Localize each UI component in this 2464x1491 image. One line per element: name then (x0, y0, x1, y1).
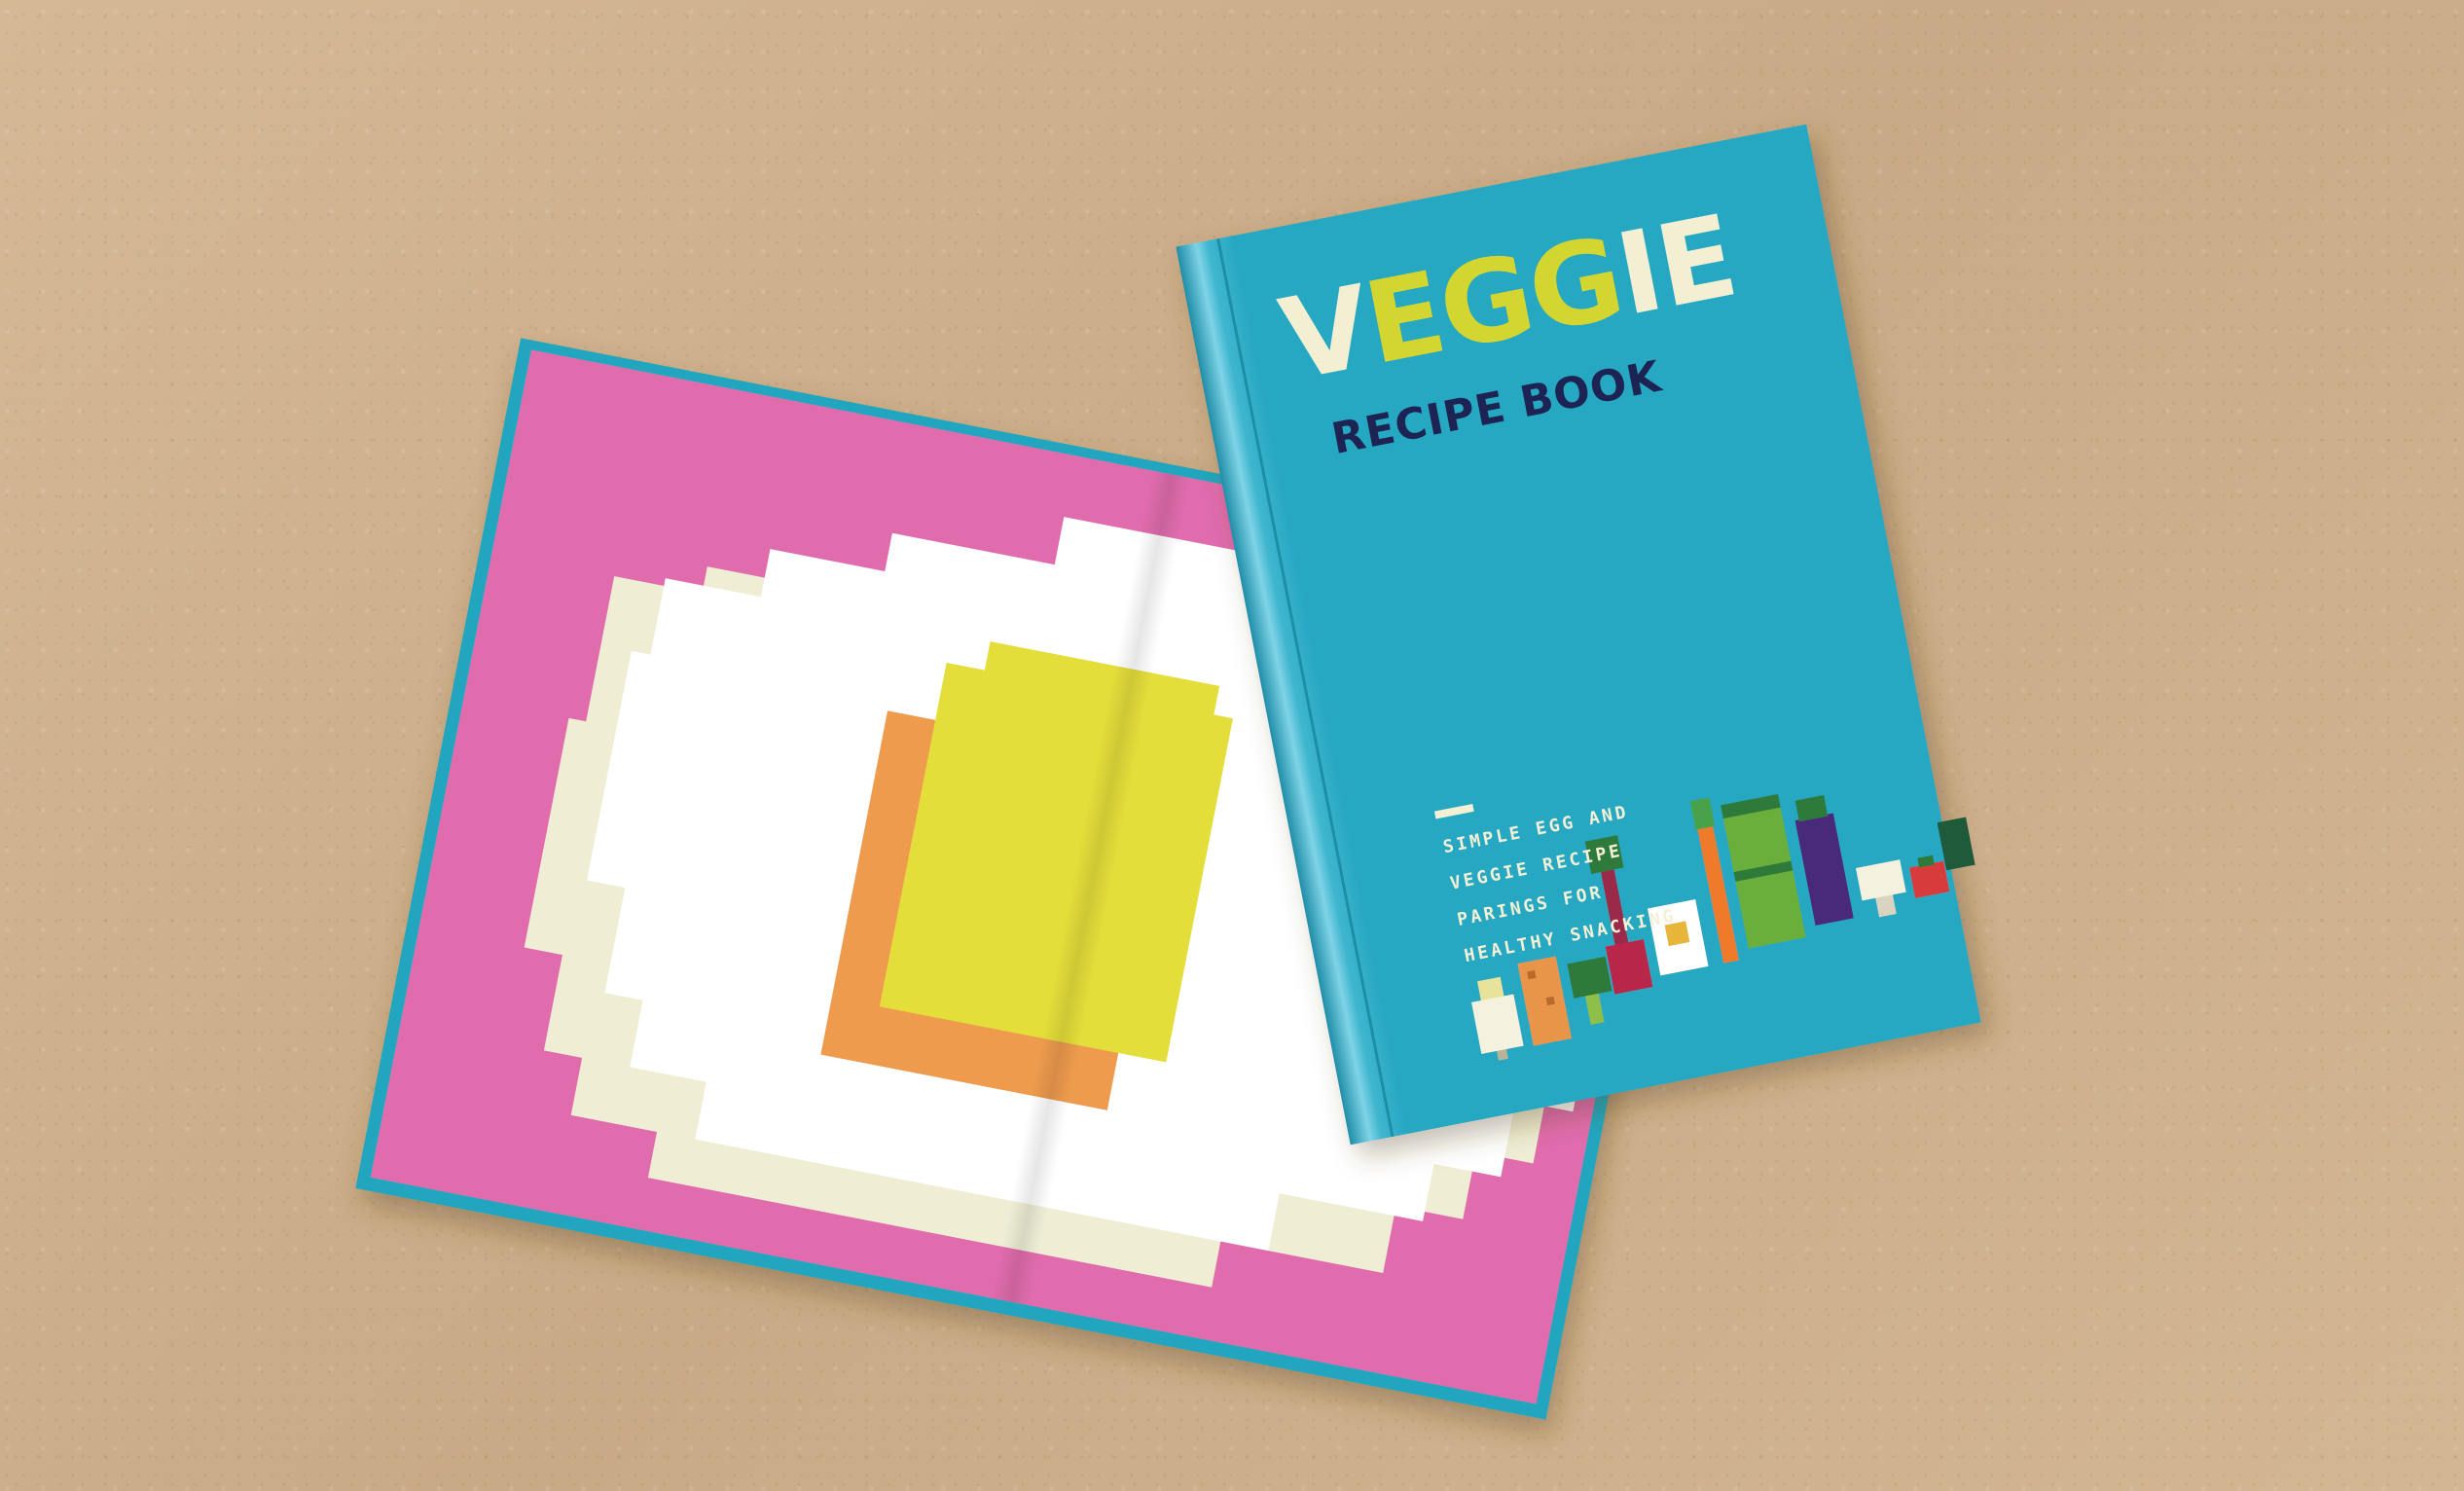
scene (355, 124, 1981, 1420)
